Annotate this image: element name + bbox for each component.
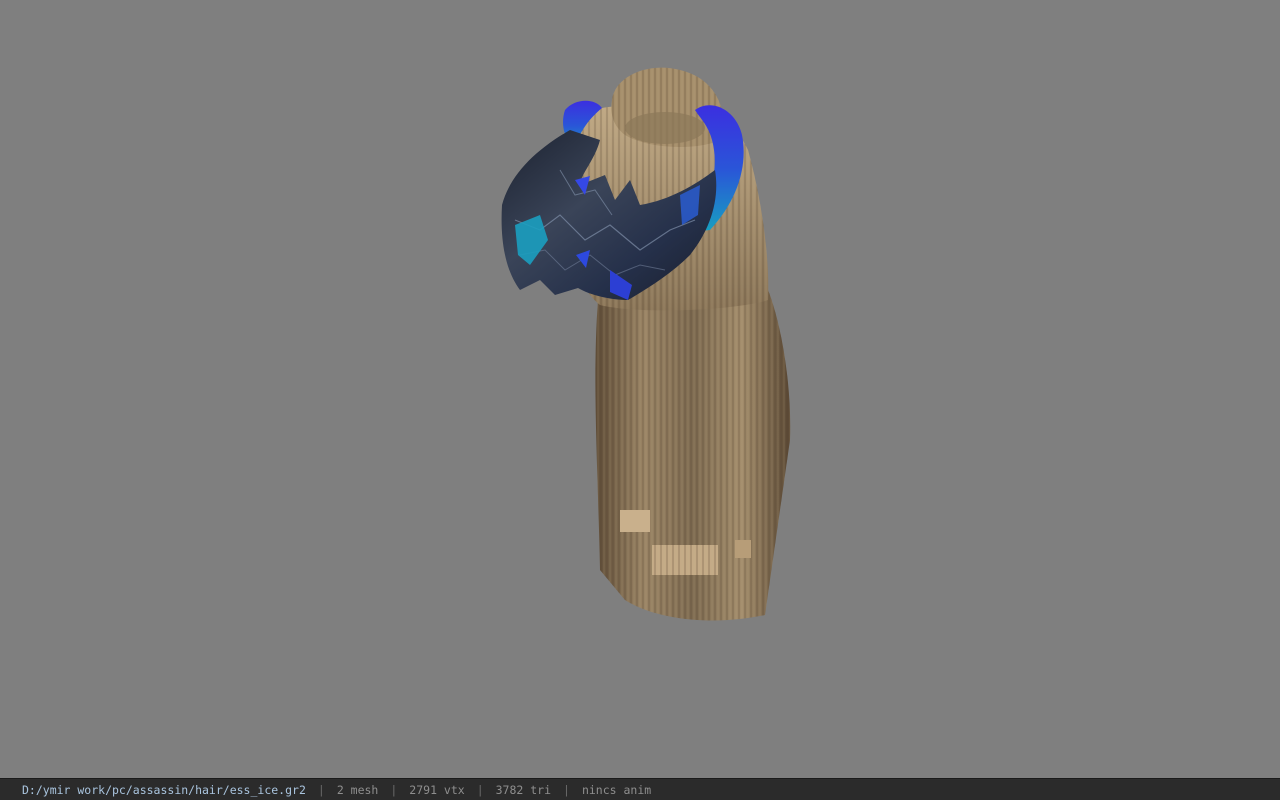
hair-long-body — [595, 290, 791, 621]
animation-status: nincs anim — [581, 782, 652, 797]
triangle-count: 3782 tri — [495, 782, 552, 797]
separator: | — [563, 782, 570, 797]
vertex-count: 2791 vtx — [409, 782, 465, 797]
separator: | — [317, 782, 325, 797]
mesh-count: 2 mesh — [336, 782, 379, 797]
file-path: D:/ymir work/pc/assassin/hair/ess_ice.gr… — [22, 782, 306, 797]
hair-model-render — [501, 67, 791, 621]
3d-viewport[interactable] — [0, 0, 1280, 778]
status-bar: D:/ymir work/pc/assassin/hair/ess_ice.gr… — [0, 778, 1280, 800]
separator: | — [390, 782, 398, 797]
separator: | — [476, 782, 484, 797]
